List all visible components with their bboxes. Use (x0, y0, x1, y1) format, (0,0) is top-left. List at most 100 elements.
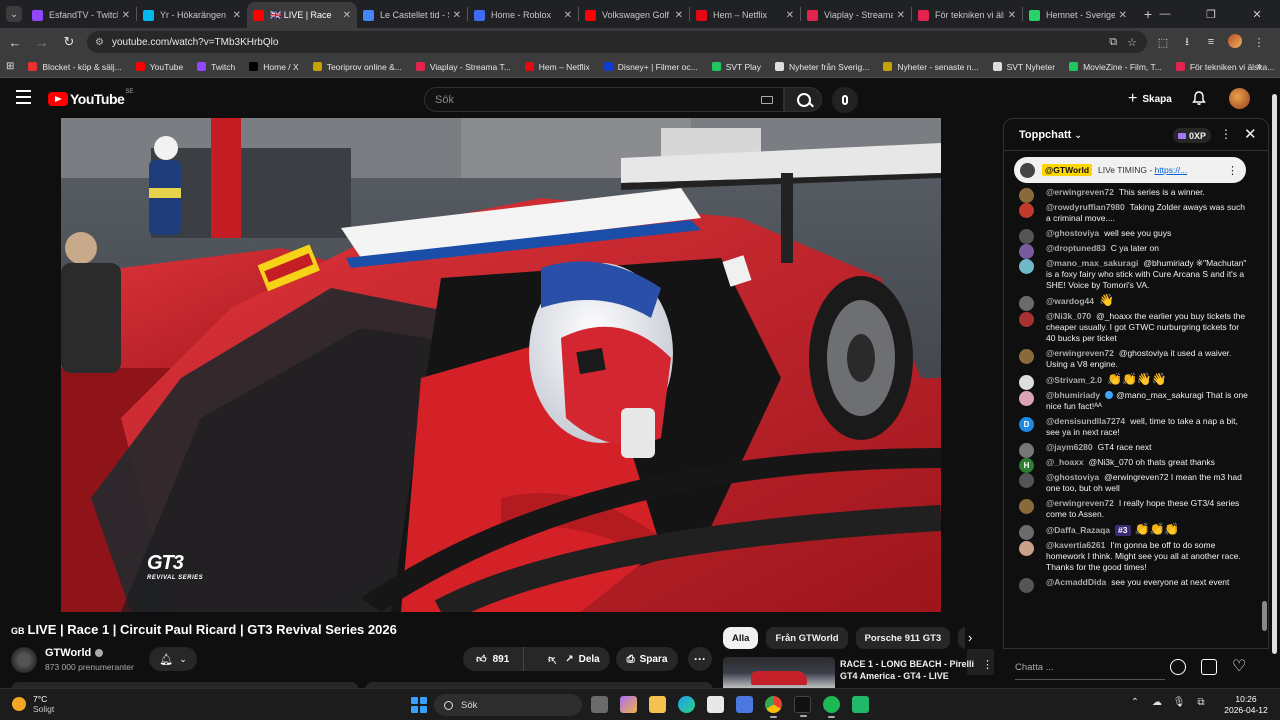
chat-author[interactable]: @AcmaddDida (1046, 577, 1106, 587)
pinned-menu-icon[interactable]: ⋮ (1227, 164, 1238, 177)
chevron-right-icon[interactable]: › (968, 630, 972, 645)
chat-author[interactable]: @Strivam_2.0 (1046, 375, 1102, 385)
menu-icon[interactable] (16, 90, 31, 104)
recommendation-title[interactable]: RACE 1 - LONG BEACH - Pirelli GT4 Americ… (840, 658, 974, 682)
bookmark-item[interactable]: Viaplay - Streama T... (415, 62, 511, 72)
chat-message[interactable]: @erwingreven72 I really hope these GT3/4 … (1004, 496, 1258, 522)
tiktok-icon[interactable] (794, 696, 811, 717)
bookmark-item[interactable]: Teoriprov online &... (312, 62, 402, 72)
chat-mode-selector[interactable]: Toppchatt ⌄ (1019, 129, 1082, 141)
more-actions-button[interactable]: ··· (688, 647, 712, 671)
tab-search-icon[interactable]: ⌄ (6, 6, 22, 22)
chat-author[interactable]: @kavertia6261 (1046, 540, 1105, 550)
chat-message[interactable]: @bhumiriady @mano_max_sakuragi That is on… (1004, 388, 1258, 414)
bookmark-item[interactable]: SVT Nyheter (992, 62, 1055, 72)
chat-author[interactable]: @Ni3k_070 (1046, 311, 1091, 321)
browser-tab[interactable]: Hemnet - Sverige ✕ (1023, 2, 1133, 28)
channel-name[interactable]: GTWorld (45, 647, 104, 659)
bookmarks-overflow-icon[interactable]: » (1256, 61, 1262, 72)
chat-author[interactable]: @erwingreven72 (1046, 498, 1114, 508)
chat-message[interactable]: D @densisundlla7274 well, time to take a n… (1004, 414, 1258, 440)
close-tab-icon[interactable]: ✕ (786, 10, 794, 21)
profile-icon[interactable] (1223, 33, 1247, 51)
notifications-bell-icon[interactable] (1191, 90, 1207, 106)
chat-avatar[interactable] (1019, 391, 1034, 406)
xp-badge[interactable]: 0XP (1173, 128, 1212, 143)
chrome-icon[interactable] (765, 696, 782, 718)
chat-author[interactable]: @mano_max_sakuragi (1046, 258, 1138, 268)
browser-tab[interactable]: För tekniken vi äls ✕ (912, 2, 1022, 28)
chat-author[interactable]: @densisundlla7274 (1046, 416, 1125, 426)
mic-tray-icon[interactable]: 🎙︎ (1168, 697, 1190, 708)
chat-avatar[interactable] (1019, 541, 1034, 556)
browser-tab[interactable]: Volkswagen Golf - ✕ (579, 2, 689, 28)
close-tab-icon[interactable]: ✕ (675, 10, 683, 21)
chat-avatar[interactable] (1019, 203, 1034, 218)
close-chat-icon[interactable]: ✕ (1244, 125, 1257, 143)
maximize-icon[interactable]: ❐ (1188, 8, 1234, 21)
youtube-logo[interactable]: YouTube SE (48, 89, 133, 107)
chat-message[interactable]: @Daffa_Razaqa #3 👏👏👏 (1004, 522, 1258, 540)
browser-tab[interactable]: Viaplay - Streama ✕ (801, 2, 911, 28)
super-chat-icon[interactable] (1201, 659, 1217, 675)
search-icon[interactable] (784, 87, 822, 112)
media-controls-icon[interactable]: ≡ (1199, 36, 1223, 48)
copilot-icon[interactable] (620, 696, 637, 713)
keyboard-icon[interactable] (761, 96, 773, 104)
filter-chip[interactable]: Alla (723, 627, 759, 649)
chat-author[interactable]: @_hoaxx (1046, 457, 1084, 467)
chat-author[interactable]: @ghostoviya (1046, 472, 1099, 482)
bookmark-item[interactable]: Twitch (197, 62, 235, 72)
tray-overflow-icon[interactable]: ⌃ (1124, 697, 1146, 708)
browser-tab[interactable]: Yr - Hökarängen ✕ (137, 2, 247, 28)
filter-chip[interactable]: BM (958, 627, 965, 649)
close-tab-icon[interactable]: ✕ (122, 10, 130, 21)
channel-avatar[interactable] (11, 647, 37, 673)
chat-avatar[interactable] (1019, 349, 1034, 364)
reload-icon[interactable]: ↻ (57, 34, 81, 50)
chat-message[interactable]: @rowdyruffian7980 Taking Zolder aways was… (1004, 200, 1258, 226)
chat-message[interactable]: @droptuned83 C ya later on (1004, 241, 1258, 259)
recommendation-menu-icon[interactable]: ⋮ (982, 658, 993, 671)
close-window-icon[interactable]: ✕ (1234, 8, 1280, 21)
task-view-icon[interactable] (591, 696, 608, 713)
chat-message[interactable]: @kavertia6261 I'm gonna be off to do some… (1004, 538, 1258, 575)
chat-message[interactable]: @Strivam_2.0 👏👏👋👋 (1004, 372, 1258, 390)
emoji-icon[interactable] (1170, 659, 1186, 675)
chat-author[interactable]: @rowdyruffian7980 (1046, 202, 1125, 212)
close-tab-icon[interactable]: ✕ (564, 10, 572, 21)
pinned-message[interactable]: @GTWorld LIVe TIMING - https://... ⋮ (1014, 157, 1246, 183)
store-icon[interactable] (707, 696, 724, 713)
mail-icon[interactable] (736, 696, 753, 713)
chat-message[interactable]: @wardog44 👋 (1004, 293, 1258, 311)
browser-menu-icon[interactable]: ⋮ (1247, 36, 1271, 49)
notification-subscribe-button[interactable]: 🔔︎ ⌄ (149, 647, 197, 671)
back-icon[interactable]: ← (3, 35, 27, 50)
clock[interactable]: 10:26 2026-04-12 (1220, 694, 1272, 716)
share-button[interactable]: ↗ Dela (555, 647, 610, 671)
close-tab-icon[interactable]: ✕ (897, 10, 905, 21)
network-icon[interactable]: ☁ (1146, 697, 1168, 708)
bookmark-item[interactable]: SVT Play (711, 62, 761, 72)
chat-avatar[interactable]: D (1019, 417, 1034, 432)
bookmark-item[interactable]: Hem – Netflix (524, 62, 590, 72)
bookmark-item[interactable]: Nyheter - senaste n... (883, 62, 979, 72)
close-tab-icon[interactable]: ✕ (233, 10, 241, 21)
create-button[interactable]: + Skapa (1118, 88, 1182, 110)
chat-message[interactable]: H @_hoaxx @Ni3k_070 oh thats great thanks (1004, 455, 1258, 473)
bookmark-item[interactable]: Home / X (249, 62, 299, 72)
bookmark-item[interactable]: YouTube (135, 62, 183, 72)
filter-chip[interactable]: Porsche 911 GT3 (855, 627, 951, 649)
chat-author[interactable]: @erwingreven72 (1046, 348, 1114, 358)
chat-author[interactable]: @droptuned83 (1046, 243, 1106, 253)
close-tab-icon[interactable]: ✕ (453, 10, 461, 21)
mic-icon[interactable] (832, 87, 858, 113)
search-input[interactable]: Sök (424, 87, 784, 112)
account-avatar[interactable] (1229, 88, 1250, 109)
pinned-link[interactable]: https://... (1155, 165, 1188, 175)
chat-author[interactable]: @jaym6280 (1046, 442, 1093, 452)
save-button[interactable]: ⎙ Spara (616, 647, 678, 671)
browser-tab[interactable]: 🇬🇧 LIVE | Race ✕ (247, 2, 357, 28)
page-scrollbar[interactable] (1270, 84, 1278, 684)
bookmark-item[interactable]: MovieZine - Film, T... (1069, 62, 1162, 72)
